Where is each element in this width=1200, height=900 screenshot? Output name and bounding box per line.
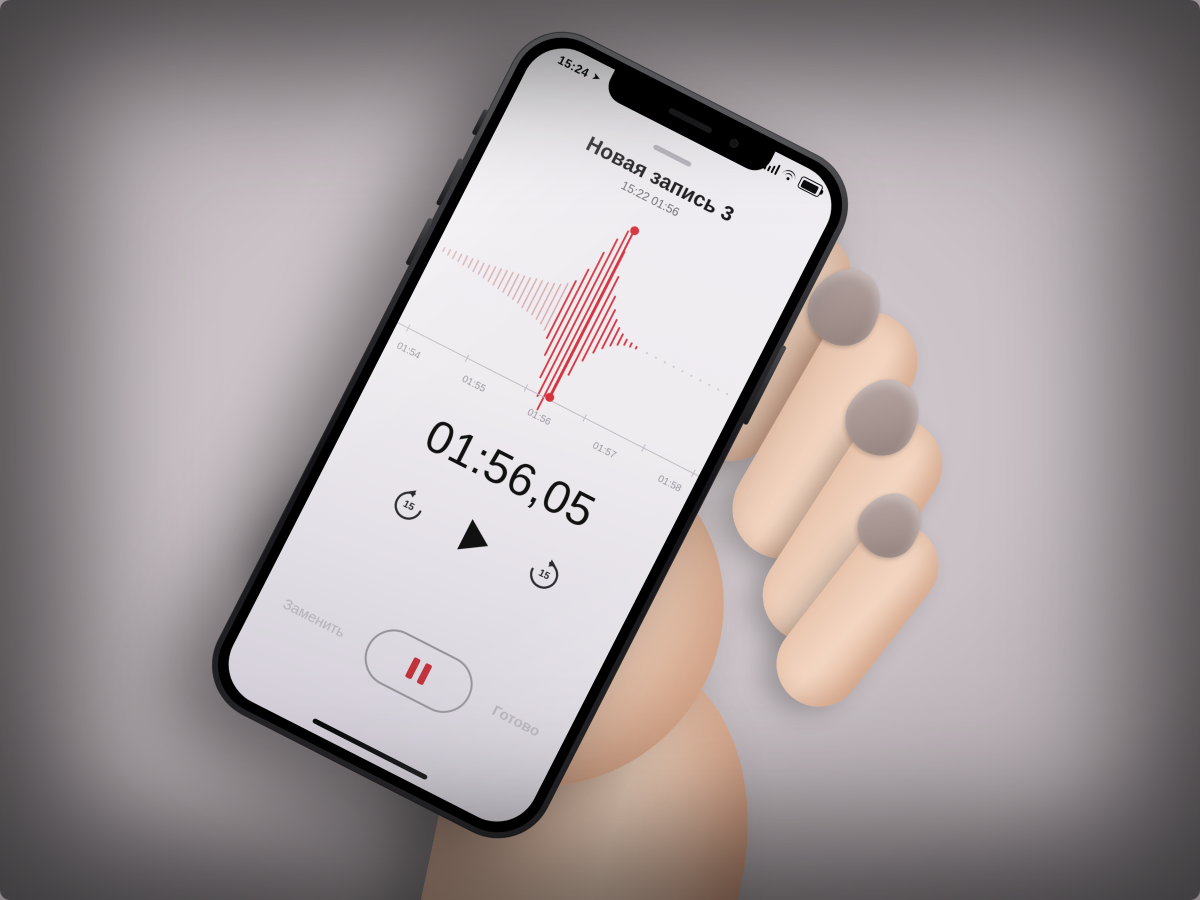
screen: 15:24 ➤ Новая запись 3 15:22 01:56 — [214, 34, 846, 836]
front-camera — [728, 137, 740, 149]
skip-back-15-button[interactable]: 15 — [386, 483, 432, 529]
battery-icon — [797, 175, 824, 197]
status-time: 15:24 — [556, 53, 592, 81]
sheet-grabber[interactable] — [652, 144, 692, 168]
wifi-icon — [780, 168, 797, 184]
pause-icon — [405, 657, 433, 686]
location-services-icon: ➤ — [590, 71, 602, 84]
pause-recording-button[interactable] — [355, 620, 483, 723]
play-button[interactable] — [457, 519, 496, 561]
replace-button[interactable]: Заменить — [280, 595, 348, 641]
done-button[interactable]: Готово — [490, 702, 543, 740]
skip-forward-15-button[interactable]: 15 — [521, 552, 567, 598]
iphone-device: 15:24 ➤ Новая запись 3 15:22 01:56 — [193, 12, 868, 857]
